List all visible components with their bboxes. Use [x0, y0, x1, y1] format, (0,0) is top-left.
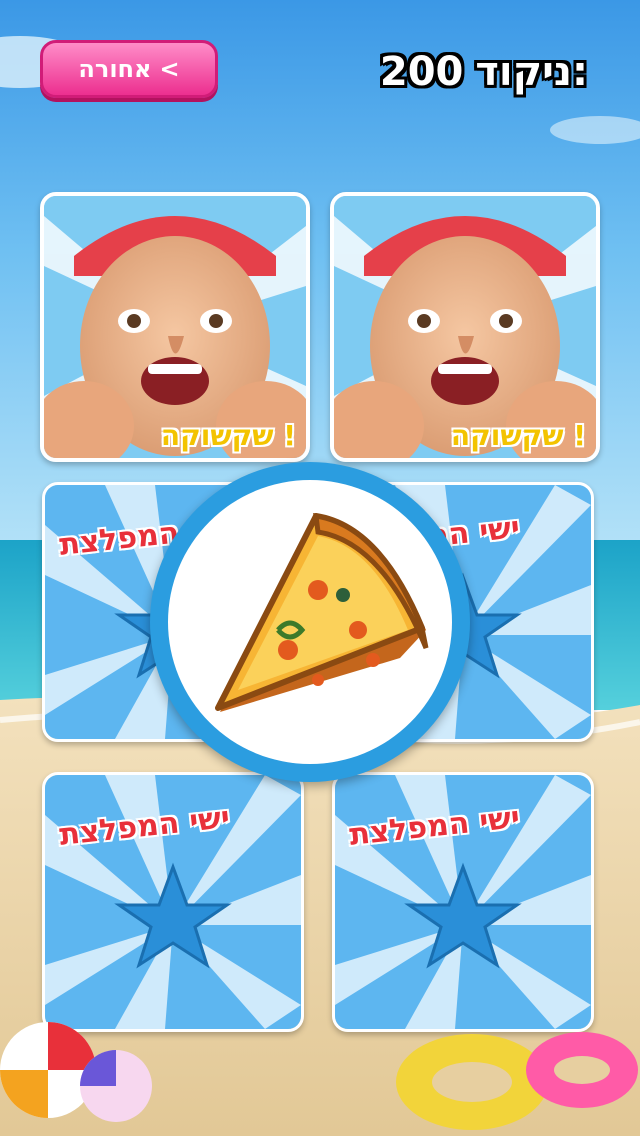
- revealed-item-frame: [168, 480, 452, 764]
- swim-ring-icon: [396, 1032, 638, 1130]
- revealed-item-zoom: [150, 462, 470, 782]
- back-arrow-icon: <: [159, 55, 180, 83]
- memory-card-back-3[interactable]: ישי המפלצת: [42, 772, 304, 1032]
- back-button[interactable]: אחורה <: [40, 40, 218, 98]
- back-button-label: אחורה: [78, 55, 152, 83]
- beach-ball-icon: [0, 1022, 152, 1122]
- face-card-caption: שקשוקה !: [160, 419, 296, 452]
- pizza-icon: [215, 513, 429, 712]
- face-card-caption: שקשוקה !: [450, 419, 586, 452]
- memory-card-face-2[interactable]: שקשוקה !: [330, 192, 600, 462]
- score-value: 200: [379, 49, 464, 95]
- score-display: 200 ניקוד:: [380, 44, 588, 100]
- memory-card-face-1[interactable]: שקשוקה !: [40, 192, 310, 462]
- score-label: ניקוד:: [475, 49, 588, 95]
- memory-card-back-4[interactable]: ישי המפלצת: [332, 772, 594, 1032]
